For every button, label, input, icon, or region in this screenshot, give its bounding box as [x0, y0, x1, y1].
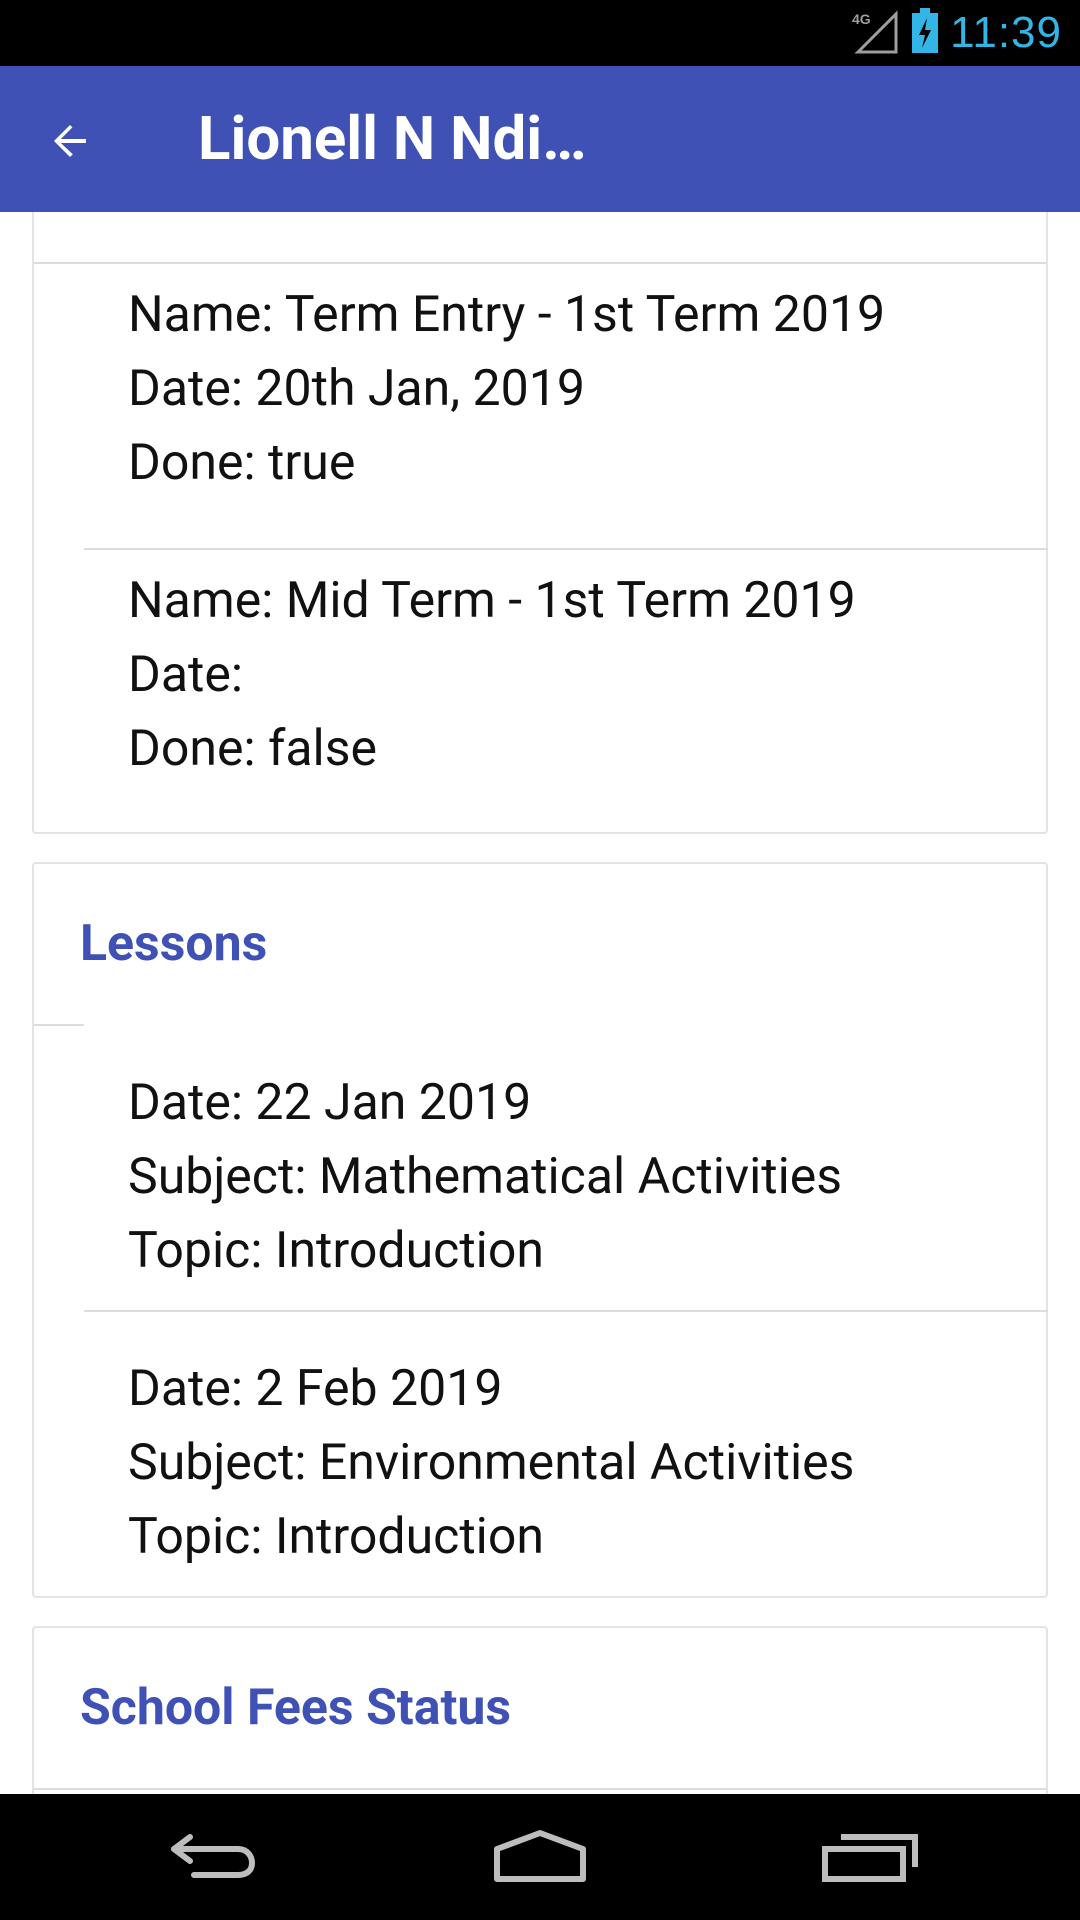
recents-icon: [822, 1834, 918, 1882]
exam-date: Date:: [128, 646, 243, 704]
lesson-topic: Topic: Introduction: [128, 1508, 544, 1566]
back-icon: [171, 1834, 256, 1878]
navigation-bar: [0, 1794, 1080, 1920]
status-clock: 11:39: [950, 8, 1062, 57]
signal-icon: 4G: [850, 8, 900, 58]
status-icons: 4G 11:39: [850, 8, 1062, 58]
nav-home-button[interactable]: [480, 1822, 600, 1892]
lesson-date: Date: 2 Feb 2019: [128, 1360, 503, 1418]
list-item[interactable]: Name: Term Entry - 1st Term 2019 Date: 2…: [128, 278, 885, 500]
exams-card: Name: Term Entry - 1st Term 2019 Date: 2…: [32, 212, 1048, 834]
home-icon: [494, 1830, 586, 1882]
school-fees-card: School Fees Status: [32, 1626, 1048, 1794]
page-title: Lionell N Ndi…: [198, 103, 587, 174]
section-title: Lessons: [80, 915, 268, 973]
list-item[interactable]: Date: 22 Jan 2019 Subject: Mathematical …: [128, 1066, 842, 1288]
divider: [84, 1310, 1048, 1312]
lesson-subject: Subject: Environmental Activities: [128, 1434, 855, 1492]
status-bar: 4G 11:39: [0, 0, 1080, 66]
exam-done: Done: true: [128, 434, 356, 492]
divider: [34, 1024, 84, 1026]
divider: [34, 1788, 1046, 1790]
lesson-date: Date: 22 Jan 2019: [128, 1074, 532, 1132]
lesson-subject: Subject: Mathematical Activities: [128, 1148, 843, 1206]
svg-text:4G: 4G: [852, 11, 871, 27]
nav-recents-button[interactable]: [812, 1822, 932, 1892]
nav-back-button[interactable]: [150, 1822, 270, 1892]
arrow-back-icon: [54, 125, 86, 157]
lessons-card: Lessons Date: 22 Jan 2019 Subject: Mathe…: [32, 862, 1048, 1598]
exam-date: Date: 20th Jan, 2019: [128, 360, 585, 418]
list-item[interactable]: Name: Mid Term - 1st Term 2019 Date: Don…: [128, 564, 856, 786]
app-bar: Lionell N Ndi…: [0, 66, 1080, 212]
back-button[interactable]: [30, 101, 110, 181]
exam-name: Name: Term Entry - 1st Term 2019: [128, 286, 886, 344]
content-scroll[interactable]: Name: Term Entry - 1st Term 2019 Date: 2…: [0, 212, 1080, 1794]
divider: [84, 548, 1048, 550]
list-item[interactable]: Date: 2 Feb 2019 Subject: Environmental …: [128, 1352, 854, 1574]
exam-done: Done: false: [128, 720, 378, 778]
battery-charging-icon: [910, 8, 940, 58]
section-title: School Fees Status: [80, 1679, 512, 1737]
divider: [34, 262, 1046, 264]
lesson-topic: Topic: Introduction: [128, 1222, 544, 1280]
exam-name: Name: Mid Term - 1st Term 2019: [128, 572, 856, 630]
